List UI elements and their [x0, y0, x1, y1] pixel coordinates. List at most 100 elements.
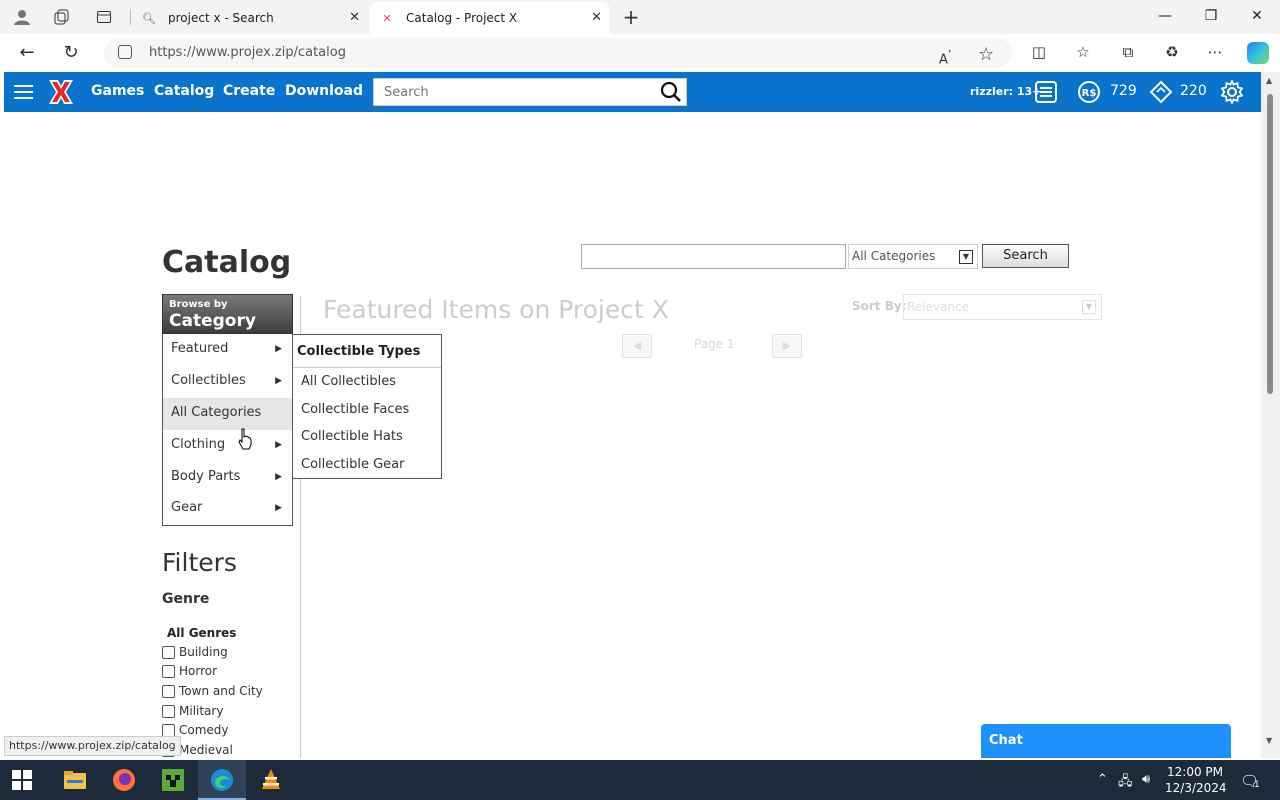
- sort-select[interactable]: Relevance ▼: [903, 294, 1102, 320]
- volume-icon[interactable]: 🔊︎: [1142, 772, 1150, 787]
- restore-icon[interactable]: ❐: [1202, 8, 1220, 24]
- copilot-icon[interactable]: [1247, 42, 1269, 64]
- url-text[interactable]: https://www.projex.zip/catalog: [149, 45, 346, 60]
- url-field[interactable]: https://www.projex.zip/catalog Aʼ ☆: [104, 38, 1012, 68]
- scroll-up-icon[interactable]: ▲: [1266, 76, 1272, 85]
- genre-label: Town and City: [179, 684, 263, 698]
- checkbox[interactable]: [162, 664, 175, 678]
- nav-games[interactable]: Games: [91, 83, 144, 99]
- chevron-down-icon[interactable]: ▼: [1082, 300, 1096, 314]
- tab-title: Catalog - Project X: [406, 11, 518, 25]
- genre-option-military[interactable]: Military: [162, 704, 223, 718]
- vlc-icon[interactable]: [259, 768, 283, 792]
- settings-gear-icon[interactable]: [1220, 80, 1244, 104]
- site-favicon-icon: ✕: [382, 11, 392, 25]
- category-item-all-categories[interactable]: All Categories: [163, 398, 292, 430]
- extensions-icon[interactable]: ♻: [1161, 43, 1183, 61]
- genre-option-building[interactable]: Building: [162, 645, 228, 659]
- next-page-button[interactable]: ▶: [772, 334, 802, 358]
- firefox-icon[interactable]: [112, 768, 136, 792]
- new-tab-icon[interactable]: +: [621, 5, 641, 29]
- genre-label: Building: [179, 645, 228, 659]
- chevron-down-icon[interactable]: ▼: [959, 250, 973, 264]
- genre-option-horror[interactable]: Horror: [162, 664, 217, 678]
- back-icon[interactable]: ←: [16, 42, 38, 64]
- site-search-input[interactable]: [374, 79, 644, 105]
- category-item-featured[interactable]: Featured ▶: [163, 334, 292, 366]
- checkbox[interactable]: [162, 684, 175, 698]
- genre-label: Horror: [179, 664, 218, 678]
- site-header: Games Catalog Create Download rizzler: 1…: [4, 72, 1261, 112]
- tickets-count[interactable]: 220: [1180, 83, 1207, 99]
- tab-search[interactable]: 🔍︎ project x - Search ✕: [132, 2, 368, 34]
- all-genres-link[interactable]: All Genres: [167, 626, 236, 640]
- category-item-collectibles[interactable]: Collectibles ▶: [163, 366, 292, 398]
- category-select[interactable]: All Categories ▼: [848, 244, 978, 269]
- favorite-star-icon[interactable]: ☆: [978, 44, 994, 65]
- category-item-gear[interactable]: Gear ▶: [163, 493, 292, 525]
- category-item-body-parts[interactable]: Body Parts ▶: [163, 462, 292, 494]
- file-explorer-icon[interactable]: [63, 768, 87, 792]
- checkbox[interactable]: [162, 704, 175, 718]
- checkbox[interactable]: [162, 723, 175, 737]
- checkbox[interactable]: [162, 645, 175, 659]
- prev-page-button[interactable]: ◀: [622, 334, 652, 358]
- username-label[interactable]: rizzler: 13+: [970, 85, 1041, 98]
- favorites-icon[interactable]: ☆: [1072, 43, 1094, 61]
- tab-catalog[interactable]: ✕ Catalog - Project X ✕: [370, 2, 610, 34]
- nav-create[interactable]: Create: [223, 83, 275, 99]
- tickets-icon[interactable]: [1149, 80, 1173, 104]
- menu-icon[interactable]: [14, 85, 33, 99]
- close-tab-icon[interactable]: ✕: [349, 10, 360, 25]
- page-scrollbar[interactable]: ▲ ▼: [1261, 72, 1280, 758]
- minecraft-icon[interactable]: [161, 768, 185, 792]
- svg-text:R$: R$: [1082, 88, 1097, 99]
- genre-option-town-and-city[interactable]: Town and City: [162, 684, 263, 698]
- scroll-down-icon[interactable]: ▼: [1266, 736, 1272, 745]
- split-screen-icon[interactable]: ◫: [1028, 43, 1050, 61]
- chevron-right-icon: ▶: [275, 440, 282, 450]
- search-icon: 🔍︎: [142, 11, 156, 25]
- tab-separator: [130, 9, 131, 25]
- refresh-icon[interactable]: ↻: [60, 42, 82, 64]
- category-item-clothing[interactable]: Clothing ▶: [163, 430, 292, 462]
- edge-browser-icon[interactable]: [210, 768, 234, 792]
- filters-heading: Filters: [162, 548, 237, 577]
- workspaces-icon[interactable]: [52, 7, 72, 27]
- profile-icon[interactable]: [12, 7, 32, 27]
- more-menu-icon[interactable]: ⋯: [1204, 43, 1226, 61]
- category-item-label: Body Parts: [171, 469, 241, 484]
- genre-option-comedy[interactable]: Comedy: [162, 723, 229, 737]
- scroll-thumb[interactable]: [1267, 94, 1273, 394]
- clock-date: 12/3/2024: [1165, 781, 1227, 795]
- collections-icon[interactable]: ⧉: [1117, 43, 1139, 61]
- flyout-item-collectible-gear[interactable]: Collectible Gear: [301, 457, 405, 472]
- catalog-search-input[interactable]: [581, 244, 846, 269]
- messages-icon[interactable]: [1034, 80, 1058, 104]
- close-tab-icon[interactable]: ✕: [591, 10, 602, 25]
- read-aloud-icon[interactable]: Aʼ: [939, 48, 951, 67]
- flyout-item-collectible-hats[interactable]: Collectible Hats: [301, 429, 403, 444]
- catalog-search-button[interactable]: Search: [982, 244, 1069, 268]
- nav-catalog[interactable]: Catalog: [154, 83, 214, 99]
- show-hidden-icons-icon[interactable]: ⌃: [1097, 772, 1108, 787]
- category-item-label: All Categories: [171, 405, 262, 420]
- taskbar-clock[interactable]: 12:00 PM 12/3/2024: [1165, 764, 1227, 796]
- chat-bar[interactable]: Chat: [981, 724, 1231, 758]
- search-icon[interactable]: [660, 81, 682, 103]
- windows-start-icon[interactable]: [12, 770, 32, 790]
- category-item-label: Gear: [171, 500, 203, 515]
- tab-actions-icon[interactable]: [94, 7, 114, 27]
- site-info-icon[interactable]: [118, 45, 132, 59]
- flyout-item-collectible-faces[interactable]: Collectible Faces: [301, 402, 409, 417]
- close-window-icon[interactable]: ✕: [1248, 8, 1266, 24]
- genre-label: Medieval: [179, 743, 233, 757]
- clock-time: 12:00 PM: [1167, 765, 1223, 779]
- projectx-logo-icon[interactable]: [46, 78, 76, 106]
- flyout-item-all-collectibles[interactable]: All Collectibles: [301, 374, 396, 389]
- robux-count[interactable]: 729: [1110, 83, 1137, 99]
- network-icon[interactable]: 🖧︎: [1118, 772, 1133, 794]
- minimize-icon[interactable]: —: [1156, 8, 1174, 24]
- robux-icon[interactable]: R$: [1077, 80, 1101, 104]
- nav-download[interactable]: Download: [285, 83, 363, 99]
